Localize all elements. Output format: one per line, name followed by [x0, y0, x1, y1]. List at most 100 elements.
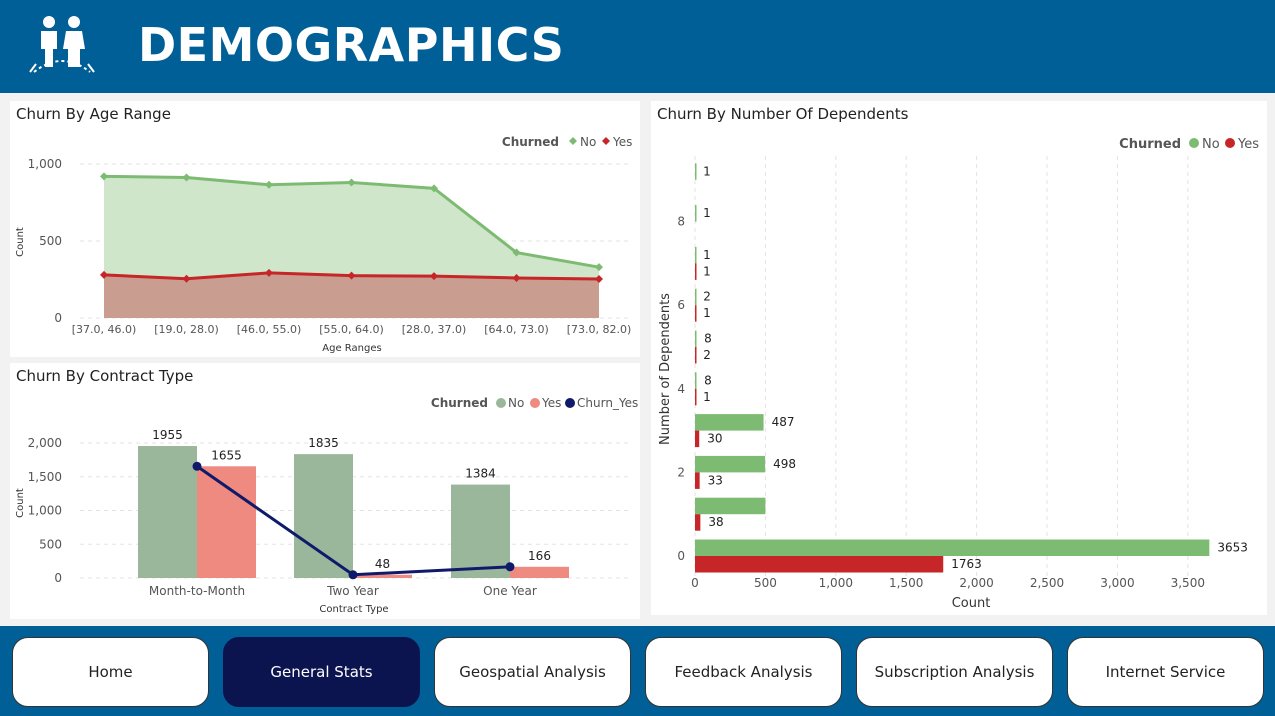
dep-legend-title: Churned [1119, 137, 1181, 152]
dep-label-no: 1 [703, 164, 711, 178]
age-x-tick-label: [37.0, 46.0) [72, 323, 137, 336]
age-legend-yes-marker [602, 137, 610, 145]
dep-x-tick-label: 3,000 [1100, 576, 1134, 590]
people-group-icon [29, 16, 95, 73]
dep-x-axis-label: Count [952, 596, 991, 611]
age-x-tick-label: [73.0, 82.0) [567, 323, 632, 336]
contract-label-yes: 48 [375, 557, 390, 571]
contract-y-tick-label: 500 [39, 537, 62, 551]
age-range-chart: Churned No Yes Count Age Ranges 0 500 1,00… [15, 135, 632, 354]
dep-bar-yes [695, 263, 697, 280]
dep-label-yes: 33 [708, 473, 723, 487]
dep-y-tick-label: 4 [677, 382, 685, 396]
dep-label-yes: 1 [703, 264, 711, 278]
dep-label-no: 487 [772, 415, 795, 429]
dep-label-yes: 2 [703, 348, 711, 362]
age-x-tick-label: [46.0, 55.0) [237, 323, 302, 336]
dep-bar-yes [695, 305, 697, 322]
nav-feedback-analysis-button[interactable]: Feedback Analysis [645, 637, 842, 707]
contract-bar-no [138, 446, 197, 578]
age-legend-yes: Yes [612, 135, 632, 149]
dep-x-tick-label: 0 [691, 576, 699, 590]
dep-bar-yes [695, 430, 700, 448]
age-y-tick-label: 500 [39, 234, 62, 248]
contract-legend-no-marker [496, 398, 506, 408]
dep-bar-yes [695, 388, 697, 406]
contract-legend-line-marker [565, 398, 575, 408]
dep-bar-no [695, 288, 697, 306]
dep-legend-yes: Yes [1237, 137, 1259, 152]
contract-label-no: 1835 [308, 436, 339, 450]
dep-y-tick-label: 0 [677, 549, 685, 563]
dep-x-tick-label: 1,000 [819, 576, 853, 590]
contract-bar-yes [510, 566, 569, 578]
contract-label-yes: 166 [528, 549, 551, 563]
dep-bar-no [695, 372, 697, 389]
age-x-tick-label: [55.0, 64.0) [319, 323, 384, 336]
age-y-tick-label: 0 [54, 311, 62, 325]
dep-x-tick-label: 3,500 [1171, 576, 1205, 590]
nav-subscription-analysis-button[interactable]: Subscription Analysis [856, 637, 1053, 707]
age-y-axis-label: Count [15, 227, 26, 257]
nav-internet-service-button[interactable]: Internet Service [1067, 637, 1264, 707]
dep-x-tick-label: 2,500 [1030, 576, 1064, 590]
dep-bar-yes [695, 347, 697, 364]
age-x-tick-label: [28.0, 37.0) [402, 323, 467, 336]
contract-legend-yes: Yes [541, 396, 561, 410]
contract-x-tick-label: Month-to-Month [149, 584, 245, 598]
age-y-tick-label: 1,000 [28, 157, 62, 171]
contract-y-tick-label: 1,500 [28, 470, 62, 484]
dep-bar-no [695, 205, 697, 222]
nav-geospatial-analysis-button[interactable]: Geospatial Analysis [434, 637, 631, 707]
contract-bar-no [294, 454, 353, 578]
dep-label-no: 8 [704, 332, 712, 346]
dep-bar-no [695, 455, 766, 473]
contract-y-tick-label: 1,000 [28, 504, 62, 518]
contract-legend-title: Churned [431, 396, 488, 410]
contract-legend-line: Churn_Yes [577, 396, 638, 410]
contract-label-no: 1384 [465, 467, 496, 481]
contract-label-yes: 1655 [211, 448, 242, 462]
dep-bar-no [695, 330, 697, 347]
contract-bar-no [451, 484, 510, 578]
dep-bar-yes [695, 514, 701, 531]
dep-bar-no [695, 539, 1210, 556]
contract-point-churn-yes [348, 570, 358, 580]
contract-legend-yes-marker [530, 398, 540, 408]
page-title: DEMOGRAPHICS [138, 18, 565, 72]
age-legend-no-marker [569, 137, 577, 145]
dep-legend-yes-marker [1225, 138, 1235, 148]
contract-bar-yes [197, 466, 256, 578]
dep-bar-no [695, 246, 697, 264]
dep-legend-no: No [1202, 137, 1220, 152]
age-x-tick-label: [64.0, 73.0) [484, 323, 549, 336]
dep-bar-no [695, 414, 764, 431]
contract-point-churn-yes [505, 562, 515, 572]
dep-x-tick-label: 500 [754, 576, 777, 590]
contract-y-axis-label: Count [15, 488, 26, 518]
dep-label-yes: 1 [703, 306, 711, 320]
dep-bar-yes [695, 556, 944, 573]
age-x-tick-label: [19.0, 28.0) [154, 323, 219, 336]
age-legend-no: No [580, 135, 596, 149]
contract-type-panel: Churn By Contract Type Churned No Yes Ch… [10, 363, 640, 619]
age-range-panel: Churn By Age Range Churned No Yes Count … [10, 101, 640, 357]
contract-point-churn-yes [192, 461, 202, 471]
contract-x-axis-label: Contract Type [319, 604, 388, 615]
nav-home-button[interactable]: Home [12, 637, 209, 707]
dep-bar-yes [695, 472, 700, 489]
nav-general-stats-button[interactable]: General Stats [223, 637, 420, 707]
dep-label-no: 1 [703, 206, 711, 220]
dep-legend-no-marker [1189, 138, 1199, 148]
dep-y-tick-label: 2 [677, 465, 685, 479]
age-legend-title: Churned [502, 135, 559, 149]
dep-label-yes: 1763 [951, 557, 982, 571]
dep-label-no: 3653 [1217, 541, 1248, 555]
dep-y-tick-label: 6 [677, 298, 685, 312]
dep-x-tick-label: 1,500 [889, 576, 923, 590]
dep-x-tick-label: 2,000 [959, 576, 993, 590]
header-bar: DEMOGRAPHICS [0, 0, 1275, 93]
contract-type-chart: Churned No Yes Churn_Yes Count Contract … [15, 396, 638, 615]
dep-bar-no [695, 163, 697, 180]
dep-y-tick-label: 8 [677, 215, 685, 229]
